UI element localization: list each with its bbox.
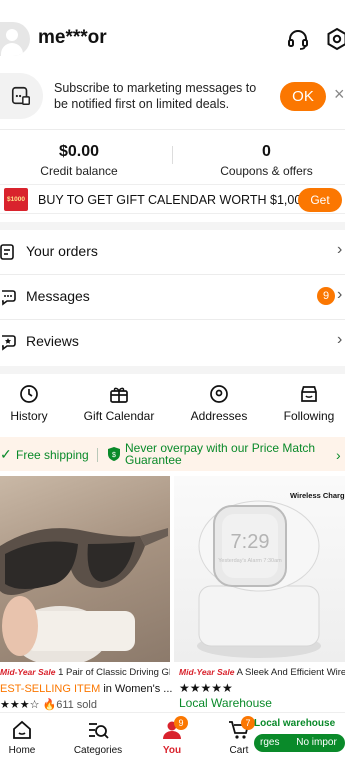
avatar[interactable] (0, 22, 30, 56)
clock-icon (20, 385, 38, 403)
headset-icon[interactable] (286, 27, 310, 51)
menu-item-label: Messages (26, 288, 90, 304)
orders-icon (0, 244, 14, 260)
menu-item-label: Reviews (26, 333, 79, 349)
quick-link-label: Following (283, 409, 335, 423)
gift-banner-text: BUY TO GET GIFT CALENDAR WORTH $1,000+ (38, 193, 316, 207)
message-icon (2, 290, 16, 306)
quick-link-history[interactable]: History (0, 384, 72, 423)
price-match-text: Never overpay with our Price Match Guara… (125, 441, 316, 467)
local-warehouse-label: Local Warehouse (179, 696, 272, 710)
rating-stars: ★★★☆ (0, 699, 40, 711)
home-icon (13, 720, 31, 739)
chevron-right-icon: › (337, 241, 343, 258)
credit-balance-label[interactable]: Credit balance (0, 164, 158, 178)
free-shipping-text: Free shipping (16, 448, 89, 462)
image-caption: Wireless Charg (290, 491, 345, 500)
watch-time: 7:29 (231, 531, 270, 553)
gift-icon (110, 387, 128, 403)
svg-text:$: $ (112, 452, 116, 459)
quick-link-label: History (10, 409, 48, 423)
product-title[interactable]: Mid-Year Sale A Sleek And Efficient Wire (179, 667, 345, 678)
quick-link-addresses[interactable]: Addresses (176, 384, 262, 423)
messages-count-badge: 9 (317, 287, 335, 305)
location-icon (210, 385, 228, 403)
you-badge: 9 (174, 716, 188, 730)
section-gap (0, 366, 345, 374)
divider (97, 448, 98, 462)
close-icon[interactable]: × (334, 84, 345, 105)
shield-icon: $ (108, 447, 120, 461)
chevron-right-icon: › (337, 331, 343, 348)
quick-link-gift-calendar[interactable]: Gift Calendar (76, 384, 162, 423)
menu-item-orders[interactable]: Your orders › (0, 230, 345, 274)
menu-item-label: Your orders (26, 243, 98, 259)
nav-label: You (162, 745, 182, 756)
menu-item-messages[interactable]: Messages › (0, 275, 345, 319)
flame-icon: 🔥 (42, 699, 57, 711)
product-image-sunglasses[interactable] (0, 476, 170, 662)
divider (172, 146, 173, 164)
coupons-value[interactable]: 0 (188, 143, 345, 161)
watch-subtext: Yesterday's Alarm 7:30am (218, 558, 282, 564)
product-image-watch-charger[interactable]: Wireless Charg 7:29 Yesterday's Alarm 7:… (174, 476, 345, 662)
credit-balance-value[interactable]: $0.00 (0, 143, 158, 161)
store-icon (301, 386, 317, 402)
product-title[interactable]: Mid-Year Sale 1 Pair of Classic Driving … (0, 667, 170, 678)
gear-icon[interactable] (325, 27, 345, 51)
subscribe-ok-button[interactable]: OK (280, 82, 326, 111)
sale-tag: Mid-Year Sale (0, 667, 56, 677)
quick-link-following[interactable]: Following (266, 384, 345, 423)
section-gap (0, 222, 345, 230)
quick-link-label: Gift Calendar (83, 409, 155, 423)
account-page: me***or Subscribe to marketing messages … (0, 0, 345, 768)
rating-stars: ★★★★★ (179, 681, 233, 695)
shipping-strip[interactable]: ✓ Free shipping $ Never overpay with our… (0, 437, 345, 471)
username[interactable]: me***or (38, 27, 107, 49)
categories-search-icon (89, 723, 109, 739)
local-warehouse-title[interactable]: Local warehouse (254, 718, 345, 734)
gift-calendar-banner[interactable]: $1000 BUY TO GET GIFT CALENDAR WORTH $1,… (0, 184, 345, 214)
review-icon (2, 335, 16, 351)
nav-categories[interactable]: Categories (68, 719, 128, 756)
cart-badge: 7 (241, 716, 255, 730)
divider (0, 129, 345, 130)
coupons-label[interactable]: Coupons & offers (188, 164, 345, 178)
local-warehouse-strip[interactable]: rges No impor (254, 734, 345, 752)
chevron-right-icon: › (337, 286, 343, 303)
nav-you[interactable]: You (142, 719, 202, 756)
quick-link-label: Addresses (190, 409, 248, 423)
rating-sold-line: ★★★☆ 🔥611 sold (0, 699, 97, 711)
subscribe-text: Subscribe to marketing messages to be no… (54, 81, 257, 111)
message-subscribe-icon (0, 73, 43, 119)
sale-tag: Mid-Year Sale (179, 667, 235, 677)
subscribe-bar: Subscribe to marketing messages to be no… (0, 73, 345, 121)
get-button[interactable]: Get (298, 188, 342, 212)
chevron-right-icon: › (336, 447, 341, 463)
nav-label: Home (8, 745, 36, 756)
menu-item-reviews[interactable]: Reviews › (0, 320, 345, 364)
nav-home[interactable]: Home (0, 719, 52, 756)
gift-badge-icon: $1000 (4, 188, 28, 211)
best-selling-line: EST-SELLING ITEM in Women's ... (0, 683, 173, 695)
nav-label: Categories (73, 745, 123, 756)
check-icon: ✓ (0, 446, 12, 462)
